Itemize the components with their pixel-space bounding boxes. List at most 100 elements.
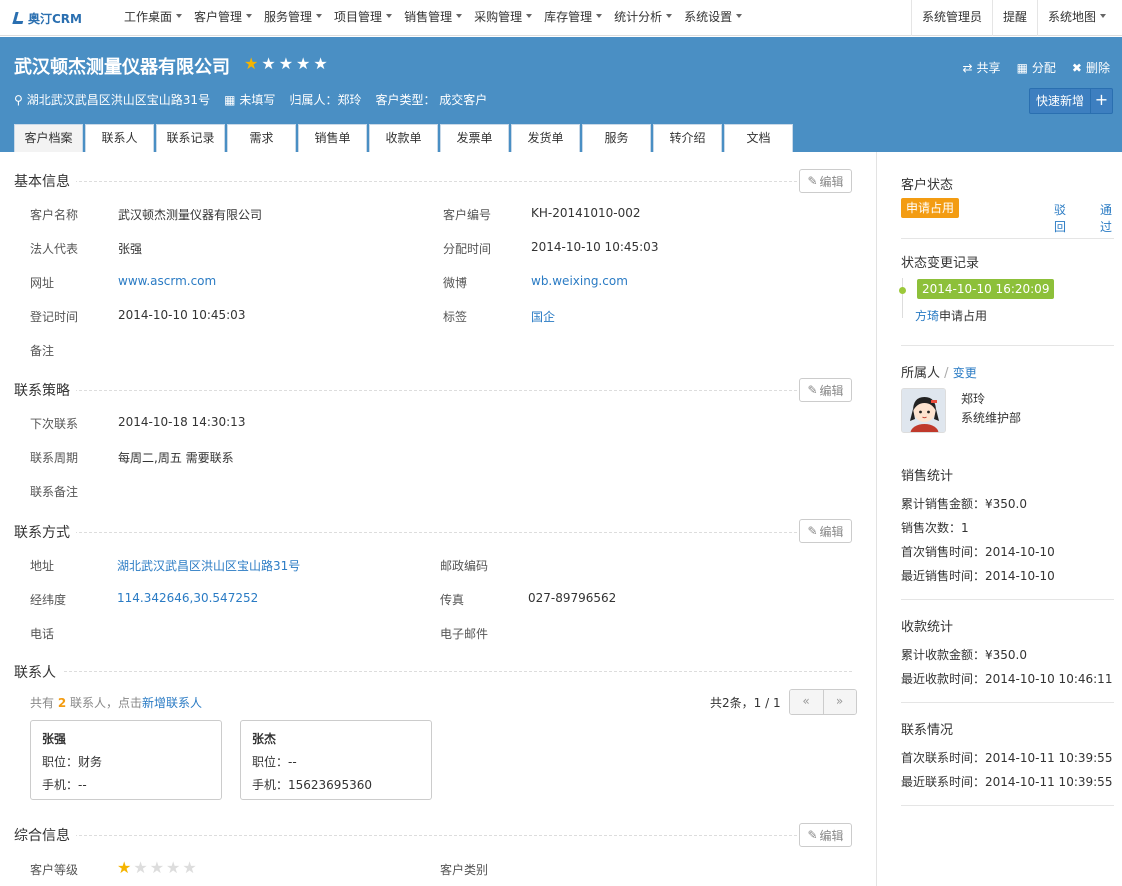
star-empty-icon[interactable]: ★ <box>150 858 164 877</box>
sitemap-menu[interactable]: 系统地图 <box>1036 0 1116 36</box>
tab-contact-records[interactable]: 联系记录 <box>156 124 225 152</box>
weibo-link[interactable]: wb.weixing.com <box>531 274 628 288</box>
next-page-button[interactable]: » <box>822 690 856 714</box>
field-label: 联系周期 <box>30 451 79 465</box>
menu-label: 服务管理 <box>264 10 313 24</box>
reject-link[interactable]: 驳回 <box>1054 201 1076 235</box>
star-filled-icon[interactable]: ★ <box>244 54 258 73</box>
contact-card[interactable]: 张强 职位：财务 手机：-- <box>30 720 222 800</box>
tab-contacts[interactable]: 联系人 <box>85 124 154 152</box>
star-empty-icon[interactable]: ★ <box>313 54 327 73</box>
tag-link[interactable]: 国企 <box>531 308 555 325</box>
caret-down-icon <box>386 14 393 18</box>
edit-contact-button[interactable]: ✎ 编辑 <box>799 519 852 543</box>
contact-position: 职位：-- <box>252 755 297 769</box>
menu-label: 系统设置 <box>684 10 733 24</box>
contact-first-time: 首次联系时间：2014-10-11 10:39:55 <box>901 751 1113 765</box>
menu-inventory[interactable]: 库存管理 <box>538 0 608 36</box>
field-label: 客户等级 <box>30 863 79 877</box>
payment-total: 累计收款金额：¥350.0 <box>901 648 1027 662</box>
star-empty-icon[interactable]: ★ <box>166 858 180 877</box>
caret-down-icon <box>1100 14 1106 18</box>
shuffle-icon: ⇄ <box>962 60 973 75</box>
menu-sales[interactable]: 销售管理 <box>398 0 468 36</box>
tab-needs[interactable]: 需求 <box>227 124 296 152</box>
approve-link[interactable]: 通过 <box>1100 201 1122 235</box>
field-label: 客户编号 <box>443 208 492 222</box>
divider <box>901 702 1114 703</box>
sales-stats-title: 销售统计 <box>901 469 954 484</box>
star-empty-icon[interactable]: ★ <box>133 858 147 877</box>
log-user-link[interactable]: 方琦 <box>915 309 939 323</box>
menu-settings[interactable]: 系统设置 <box>678 0 748 36</box>
menu-project[interactable]: 项目管理 <box>328 0 398 36</box>
star-empty-icon[interactable]: ★ <box>296 54 310 73</box>
building-icon: ▦ <box>224 92 236 107</box>
section-divider <box>14 181 852 182</box>
assign-button[interactable]: ▦ 分配 <box>1017 59 1056 76</box>
section-title-people: 联系人 <box>14 662 62 682</box>
menu-customer[interactable]: 客户管理 <box>188 0 258 36</box>
field-label: 标签 <box>443 310 468 324</box>
pencil-icon: ✎ <box>807 383 818 397</box>
current-user-link[interactable]: 系统管理员 <box>910 0 992 36</box>
prev-page-button[interactable]: « <box>789 690 823 714</box>
menu-purchase[interactable]: 采购管理 <box>468 0 538 36</box>
tab-service[interactable]: 服务 <box>582 124 651 152</box>
address-link[interactable]: 湖北武汉武昌区洪山区宝山路31号 <box>117 557 300 574</box>
tab-receipts[interactable]: 收款单 <box>369 124 438 152</box>
edit-strategy-button[interactable]: ✎ 编辑 <box>799 378 852 402</box>
section-title-general: 综合信息 <box>14 825 76 845</box>
coordinates-link[interactable]: 114.342646,30.547252 <box>117 591 258 605</box>
tab-invoices[interactable]: 发票单 <box>440 124 509 152</box>
star-empty-icon[interactable]: ★ <box>279 54 293 73</box>
timeline-dot-icon <box>899 287 906 294</box>
edit-basic-button[interactable]: ✎ 编辑 <box>799 169 852 193</box>
change-owner-link[interactable]: 变更 <box>953 366 977 380</box>
user-menu: 系统管理员 提醒 系统地图 <box>910 0 1116 36</box>
add-contact-link[interactable]: 新增联系人 <box>142 696 202 710</box>
caret-down-icon <box>596 14 603 18</box>
divider <box>901 345 1114 346</box>
field-label: 传真 <box>440 593 465 607</box>
top-nav-bar: 奥汀CRM 工作桌面 客户管理 服务管理 项目管理 销售管理 采购管理 库存管理… <box>0 0 1122 36</box>
app-logo[interactable]: 奥汀CRM <box>12 8 82 28</box>
field-label: 客户类别 <box>440 863 489 877</box>
contact-last-time: 最近联系时间：2014-10-11 10:39:55 <box>901 775 1113 789</box>
owner-title: 所属人 <box>901 366 941 381</box>
menu-label: 库存管理 <box>544 10 593 24</box>
quick-add-button[interactable]: 快速新增 + <box>1028 88 1113 114</box>
star-filled-icon[interactable]: ★ <box>117 858 131 877</box>
owner-title-row: 所属人 / 变更 <box>901 362 977 381</box>
star-empty-icon[interactable]: ★ <box>182 858 196 877</box>
pencil-icon: ✎ <box>807 828 818 842</box>
delete-button[interactable]: ✖ 删除 <box>1072 59 1110 76</box>
caret-down-icon <box>456 14 463 18</box>
contact-card[interactable]: 张杰 职位：-- 手机：15623695360 <box>240 720 432 800</box>
menu-service[interactable]: 服务管理 <box>258 0 328 36</box>
tab-referrals[interactable]: 转介绍 <box>653 124 722 152</box>
menu-stats[interactable]: 统计分析 <box>608 0 678 36</box>
plus-icon[interactable]: + <box>1090 89 1112 113</box>
share-button[interactable]: ⇄ 共享 <box>962 59 1000 76</box>
edit-general-button[interactable]: ✎ 编辑 <box>799 823 852 847</box>
tab-documents[interactable]: 文档 <box>724 124 793 152</box>
header-unfilled: 未填写 <box>239 93 276 107</box>
divider <box>901 238 1114 239</box>
record-tabs: 客户档案 联系人 联系记录 需求 销售单 收款单 发票单 发货单 服务 转介绍 … <box>14 124 793 152</box>
website-link[interactable]: www.ascrm.com <box>118 274 216 288</box>
log-action: 申请占用 <box>939 309 988 323</box>
hint-text: 联系人，点击 <box>70 696 143 710</box>
register-time-value: 2014-10-10 10:45:03 <box>118 308 246 322</box>
tab-shipments[interactable]: 发货单 <box>511 124 580 152</box>
remind-link[interactable]: 提醒 <box>991 0 1037 36</box>
payment-stats-title: 收款统计 <box>901 620 954 635</box>
tab-sales-orders[interactable]: 销售单 <box>298 124 367 152</box>
caret-down-icon <box>176 14 183 18</box>
tab-profile[interactable]: 客户档案 <box>14 124 83 152</box>
menu-workdesk[interactable]: 工作桌面 <box>118 0 188 36</box>
avatar-girl-icon <box>902 389 945 432</box>
contact-stats-title: 联系情况 <box>901 723 954 738</box>
status-log-title: 状态变更记录 <box>901 256 980 271</box>
star-empty-icon[interactable]: ★ <box>261 54 275 73</box>
